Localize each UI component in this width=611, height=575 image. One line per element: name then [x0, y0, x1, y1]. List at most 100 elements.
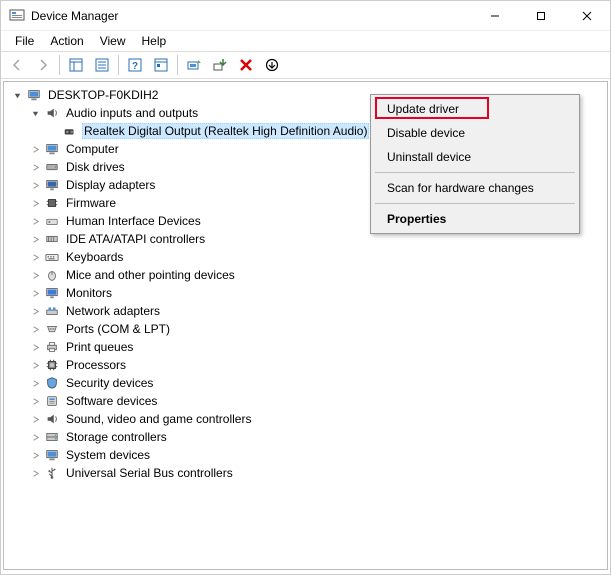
- tree-category-software[interactable]: Software devices: [28, 392, 601, 410]
- disable-button[interactable]: [260, 54, 284, 76]
- tree-root-label: DESKTOP-F0KDIH2: [46, 88, 160, 102]
- menu-view[interactable]: View: [92, 32, 134, 50]
- tree-category-print-queues[interactable]: Print queues: [28, 338, 601, 356]
- tree-item-label: Realtek Digital Output (Realtek High Def…: [82, 123, 369, 139]
- context-menu-update-driver[interactable]: Update driver: [373, 97, 577, 121]
- software-icon: [44, 393, 60, 409]
- speaker-icon: [44, 105, 60, 121]
- close-button[interactable]: [564, 1, 610, 31]
- computer-icon: [44, 141, 60, 157]
- chevron-right-icon[interactable]: [28, 466, 42, 480]
- chevron-right-icon[interactable]: [28, 340, 42, 354]
- tree-category-label: Mice and other pointing devices: [64, 268, 237, 282]
- context-menu-separator: [375, 172, 575, 173]
- context-menu-scan[interactable]: Scan for hardware changes: [373, 176, 577, 200]
- chevron-down-icon[interactable]: [10, 88, 24, 102]
- chevron-right-icon[interactable]: [28, 286, 42, 300]
- port-icon: [44, 321, 60, 337]
- chevron-right-icon[interactable]: [28, 412, 42, 426]
- uninstall-button[interactable]: [234, 54, 258, 76]
- tree-category-label: Audio inputs and outputs: [64, 106, 200, 120]
- tree-category-label: System devices: [64, 448, 152, 462]
- svg-text:?: ?: [132, 61, 138, 72]
- chevron-right-icon[interactable]: [28, 394, 42, 408]
- monitor-icon: [44, 285, 60, 301]
- tree-category-label: Keyboards: [64, 250, 125, 264]
- chevron-right-icon[interactable]: [28, 160, 42, 174]
- speaker-icon: [62, 123, 78, 139]
- chevron-right-icon[interactable]: [28, 178, 42, 192]
- chevron-right-icon[interactable]: [28, 376, 42, 390]
- tree-category-label: Computer: [64, 142, 121, 156]
- show-hide-tree-button[interactable]: [64, 54, 88, 76]
- tree-category-security[interactable]: Security devices: [28, 374, 601, 392]
- context-menu-disable-device[interactable]: Disable device: [373, 121, 577, 145]
- shield-icon: [44, 375, 60, 391]
- spacer: [46, 124, 60, 138]
- tree-category-label: Ports (COM & LPT): [64, 322, 172, 336]
- chevron-right-icon[interactable]: [28, 214, 42, 228]
- help-button[interactable]: ?: [123, 54, 147, 76]
- tree-category-label: Sound, video and game controllers: [64, 412, 253, 426]
- tree-category-label: Network adapters: [64, 304, 162, 318]
- chevron-right-icon[interactable]: [28, 232, 42, 246]
- toolbar: ?: [1, 51, 610, 79]
- computer-icon: [26, 87, 42, 103]
- context-menu-properties[interactable]: Properties: [373, 207, 577, 231]
- tree-category-mice[interactable]: Mice and other pointing devices: [28, 266, 601, 284]
- context-menu: Update driver Disable device Uninstall d…: [370, 94, 580, 234]
- tree-category-label: Storage controllers: [64, 430, 169, 444]
- maximize-button[interactable]: [518, 1, 564, 31]
- scan-hardware-button[interactable]: [182, 54, 206, 76]
- tree-category-label: Processors: [64, 358, 128, 372]
- storage-icon: [44, 429, 60, 445]
- chevron-right-icon[interactable]: [28, 322, 42, 336]
- chevron-right-icon[interactable]: [28, 448, 42, 462]
- tree-category-label: Security devices: [64, 376, 155, 390]
- tree-category-storage[interactable]: Storage controllers: [28, 428, 601, 446]
- tree-category-network[interactable]: Network adapters: [28, 302, 601, 320]
- usb-icon: [44, 465, 60, 481]
- chevron-right-icon[interactable]: [28, 268, 42, 282]
- tree-category-system[interactable]: System devices: [28, 446, 601, 464]
- tree-category-label: IDE ATA/ATAPI controllers: [64, 232, 207, 246]
- tree-category-label: Disk drives: [64, 160, 127, 174]
- update-driver-button[interactable]: [208, 54, 232, 76]
- properties-button[interactable]: [90, 54, 114, 76]
- toolbar-separator: [177, 55, 178, 75]
- tree-category-sound[interactable]: Sound, video and game controllers: [28, 410, 601, 428]
- minimize-button[interactable]: [472, 1, 518, 31]
- speaker-icon: [44, 411, 60, 427]
- toolbar-separator: [59, 55, 60, 75]
- hid-icon: [44, 213, 60, 229]
- chevron-right-icon[interactable]: [28, 358, 42, 372]
- tree-category-ports[interactable]: Ports (COM & LPT): [28, 320, 601, 338]
- menu-file[interactable]: File: [7, 32, 42, 50]
- chevron-down-icon[interactable]: [28, 106, 42, 120]
- chevron-right-icon[interactable]: [28, 142, 42, 156]
- app-icon: [9, 8, 25, 24]
- context-menu-uninstall-device[interactable]: Uninstall device: [373, 145, 577, 169]
- tree-category-label: Monitors: [64, 286, 114, 300]
- toolbar-separator: [118, 55, 119, 75]
- network-icon: [44, 303, 60, 319]
- tree-category-keyboards[interactable]: Keyboards: [28, 248, 601, 266]
- chip-icon: [44, 195, 60, 211]
- action-sheet-button[interactable]: [149, 54, 173, 76]
- cpu-icon: [44, 357, 60, 373]
- disk-icon: [44, 159, 60, 175]
- chevron-right-icon[interactable]: [28, 430, 42, 444]
- tree-category-monitors[interactable]: Monitors: [28, 284, 601, 302]
- menu-help[interactable]: Help: [134, 32, 175, 50]
- back-button[interactable]: [5, 54, 29, 76]
- tree-category-label: Display adapters: [64, 178, 157, 192]
- forward-button[interactable]: [31, 54, 55, 76]
- chevron-right-icon[interactable]: [28, 304, 42, 318]
- tree-category-processors[interactable]: Processors: [28, 356, 601, 374]
- chevron-right-icon[interactable]: [28, 250, 42, 264]
- keyboard-icon: [44, 249, 60, 265]
- chevron-right-icon[interactable]: [28, 196, 42, 210]
- tree-category-usb[interactable]: Universal Serial Bus controllers: [28, 464, 601, 482]
- menu-action[interactable]: Action: [42, 32, 91, 50]
- window-title: Device Manager: [31, 9, 472, 23]
